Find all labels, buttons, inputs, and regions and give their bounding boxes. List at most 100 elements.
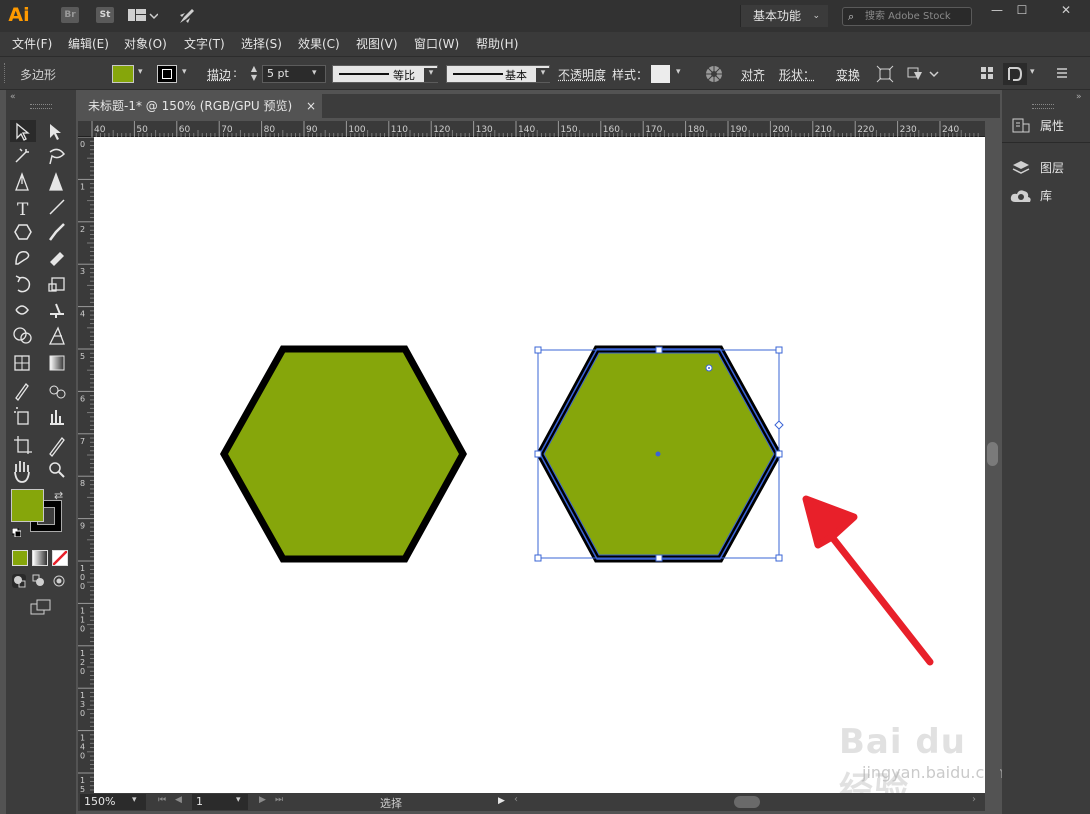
status-menu-icon[interactable]: ▶ (498, 796, 505, 806)
stroke-label[interactable]: 描边 (207, 66, 231, 83)
stroke-color-swatch[interactable] (157, 65, 177, 83)
column-graph-tool-icon[interactable] (44, 406, 66, 426)
align-button[interactable]: 对齐 (741, 66, 765, 83)
direct-selection-tool-icon[interactable] (44, 120, 66, 140)
variable-width-profile[interactable]: 等比 ▾ (332, 65, 438, 83)
transform-button[interactable]: 变换 (836, 66, 860, 83)
last-artboard-icon[interactable]: ⏭ (275, 795, 283, 805)
stock-button[interactable]: St (96, 7, 114, 23)
close-button[interactable]: ✕ (1042, 0, 1090, 20)
eraser-tool-icon[interactable] (44, 250, 66, 270)
draw-normal-icon[interactable] (12, 574, 26, 588)
scroll-left-icon[interactable]: ‹ (514, 794, 518, 805)
rotate-tool-icon[interactable] (11, 276, 33, 296)
type-tool-icon[interactable] (11, 198, 33, 218)
expand-panels-icon[interactable]: » (1076, 92, 1082, 102)
zoom-field[interactable]: 150% ▾ (80, 794, 146, 810)
snap-pixel-icon[interactable] (1003, 63, 1027, 85)
menu-select[interactable]: 选择(S) (241, 32, 282, 56)
curvature-tool-icon[interactable] (44, 172, 66, 192)
document-tab[interactable]: 未标题-1* @ 150% (RGB/GPU 预览) × (78, 94, 322, 118)
stroke-weight-field[interactable]: 5 pt ▾ (262, 65, 326, 83)
artboard-number-field[interactable]: 1 ▾ (192, 794, 248, 810)
none-mode-icon[interactable] (52, 550, 68, 566)
horizontal-ruler[interactable]: 40 50 60 70 80 90 100 110 120 130 140 150 160 170 180 1… (78, 121, 985, 137)
lasso-tool-icon[interactable] (44, 146, 66, 166)
shape-label[interactable]: 形状： (779, 66, 815, 83)
mesh-tool-icon[interactable] (11, 354, 33, 374)
select-similar-icon[interactable] (906, 65, 940, 83)
line-tool-icon[interactable] (44, 198, 66, 218)
libraries-panel-button[interactable]: 库 (1010, 184, 1090, 208)
menu-type[interactable]: 文字(T) (184, 32, 225, 56)
chevron-down-icon[interactable]: ▾ (182, 67, 187, 77)
menu-object[interactable]: 对象(O) (124, 32, 167, 56)
selection-tool-icon[interactable] (11, 120, 33, 140)
shape-builder-tool-icon[interactable] (11, 328, 33, 348)
perspective-grid-tool-icon[interactable] (44, 328, 66, 348)
menu-window[interactable]: 窗口(W) (414, 32, 459, 56)
vertical-ruler[interactable]: 0123456789100110120130140150 (78, 137, 94, 793)
screen-mode-icon[interactable] (30, 598, 52, 616)
draw-inside-icon[interactable] (52, 574, 66, 588)
slice-tool-icon[interactable] (44, 432, 66, 452)
isolate-object-icon[interactable] (876, 65, 894, 83)
opacity-label[interactable]: 不透明度 (558, 66, 606, 83)
swap-fill-stroke-icon[interactable]: ⇄ (54, 489, 63, 502)
brush-definition[interactable]: 基本 ▾ (446, 65, 550, 83)
chevron-down-icon[interactable]: ▾ (1030, 67, 1035, 77)
grip-handle[interactable] (1032, 104, 1054, 109)
vertical-scrollbar[interactable] (985, 137, 1000, 793)
grip-handle[interactable] (30, 104, 52, 109)
gradient-mode-icon[interactable] (32, 550, 48, 566)
warp-tool-icon[interactable] (11, 302, 33, 322)
workspace-switcher[interactable]: 基本功能 ⌄ (740, 5, 828, 27)
menu-file[interactable]: 文件(F) (12, 32, 52, 56)
properties-panel-button[interactable]: 属性 (1010, 114, 1090, 138)
fill-color-box[interactable] (11, 489, 44, 522)
rocket-icon[interactable] (178, 7, 196, 25)
previous-artboard-icon[interactable]: ◀ (175, 795, 182, 805)
menu-help[interactable]: 帮助(H) (476, 32, 518, 56)
stroke-stepper[interactable]: ▲ ▼ (248, 64, 260, 84)
pen-tool-icon[interactable] (11, 172, 33, 192)
bridge-button[interactable]: Br (61, 7, 79, 23)
shaper-tool-icon[interactable] (11, 250, 33, 270)
zoom-tool-icon[interactable] (44, 458, 66, 478)
menu-effect[interactable]: 效果(C) (298, 32, 340, 56)
gradient-tool-icon[interactable] (44, 354, 66, 374)
arrange-documents-icon[interactable] (128, 8, 159, 23)
paintbrush-tool-icon[interactable] (44, 224, 66, 244)
fill-color-swatch[interactable] (112, 65, 134, 83)
graphic-style-swatch[interactable] (651, 65, 670, 83)
eyedropper-tool-icon[interactable] (11, 380, 33, 400)
first-artboard-icon[interactable]: ⏮ (158, 795, 166, 805)
polygon-tool-icon[interactable] (11, 224, 33, 244)
scroll-right-icon[interactable]: › (972, 794, 976, 805)
recolor-artwork-icon[interactable] (704, 64, 724, 84)
draw-behind-icon[interactable] (32, 574, 46, 588)
horizontal-scroll-thumb[interactable] (734, 796, 760, 808)
hand-tool-icon[interactable] (11, 458, 33, 478)
blend-tool-icon[interactable] (44, 380, 66, 400)
vertical-scroll-thumb[interactable] (987, 442, 998, 466)
collapse-panel-icon[interactable]: « (10, 92, 16, 102)
layers-panel-button[interactable]: 图层 (1010, 156, 1090, 180)
magic-wand-tool-icon[interactable] (11, 146, 33, 166)
chevron-down-icon[interactable]: ▾ (138, 67, 143, 77)
chevron-down-icon[interactable]: ▾ (676, 67, 681, 77)
symbol-sprayer-tool-icon[interactable] (11, 406, 33, 426)
scale-tool-icon[interactable] (44, 276, 66, 296)
stock-search-input[interactable]: ⌕ 搜索 Adobe Stock (842, 7, 972, 26)
puppet-warp-tool-icon[interactable] (44, 302, 66, 322)
maximize-button[interactable]: ☐ (1005, 0, 1039, 20)
color-mode-icon[interactable] (12, 550, 28, 566)
menu-edit[interactable]: 编辑(E) (68, 32, 109, 56)
close-tab-icon[interactable]: × (306, 94, 316, 118)
grip-handle[interactable] (4, 63, 7, 83)
arrange-icon[interactable] (980, 66, 994, 80)
artboard-tool-icon[interactable] (11, 432, 33, 452)
panel-menu-icon[interactable] (1055, 66, 1069, 80)
next-artboard-icon[interactable]: ▶ (259, 795, 266, 805)
menu-view[interactable]: 视图(V) (356, 32, 398, 56)
